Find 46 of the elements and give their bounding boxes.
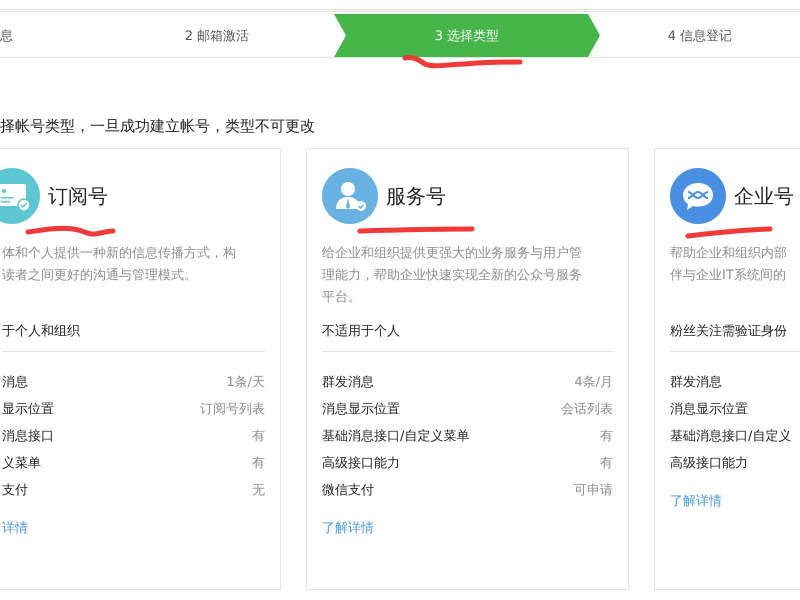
usage-note: 不适用于个人	[322, 323, 613, 352]
feature-label: 群发消息	[670, 374, 722, 392]
feature-value: 有	[600, 428, 613, 446]
feature-label: 群发消息	[322, 374, 374, 392]
step-tab[interactable]: 4 信息登记	[600, 14, 800, 57]
feature-label: 消息显示位置	[670, 401, 748, 419]
step-tab[interactable]: 2 邮箱激活	[100, 14, 334, 57]
feature-value: 无	[252, 482, 265, 500]
feature-value: 1条/天	[226, 374, 265, 392]
description-text: 伴与企业IT系统间的	[670, 267, 787, 285]
feature-value: 有	[252, 455, 265, 473]
feature-label: 微信支付	[322, 482, 374, 500]
feature-value: 会话列表	[561, 401, 613, 419]
description-text: 体和个人提供一种新的信息传播方式，构	[2, 245, 237, 263]
usage-note: 于个人和组织	[2, 323, 265, 352]
instruction-text: 择帐号类型，一旦成功建立帐号，类型不可更改	[0, 116, 316, 136]
card-title: 服务号	[386, 182, 446, 210]
card-title: 企业号	[734, 182, 794, 210]
description-text: 帮助企业和组织内部	[670, 245, 788, 263]
description-text: 读者之间更好的沟通与管理模式。	[2, 267, 198, 285]
feature-value: 有	[600, 455, 613, 473]
feature-value: 4条/月	[574, 374, 613, 392]
feature-label: 高级接口能力	[322, 455, 400, 473]
account-type-card[interactable]: 订阅号 体和个人提供一种新的信息传播方式，构 读者之间更好的沟通与管理模式。 于个人和组织 消息 1条/天 显示位置 订阅号列表 消息接口 有 义菜单 有 支付 无 详情	[0, 148, 281, 590]
feature-label: 显示位置	[2, 401, 54, 419]
feature-label: 支付	[2, 482, 28, 500]
usage-note: 粉丝关注需验证身份	[670, 323, 800, 352]
feature-label: 义菜单	[2, 455, 41, 473]
description-text: 给企业和组织提供更强大的业务服务与用户管	[322, 245, 583, 263]
feature-label: 消息接口	[2, 428, 54, 446]
card-title: 订阅号	[48, 182, 108, 210]
feature-label: 消息	[2, 374, 28, 392]
step-tab[interactable]: 息	[0, 14, 100, 57]
feature-label: 消息显示位置	[322, 401, 400, 419]
feature-label: 基础消息接口/自定义	[670, 428, 792, 446]
description-text: 平台。	[322, 289, 362, 307]
person-check-icon	[322, 168, 378, 224]
account-type-card[interactable]: 服务号 给企业和组织提供更强大的业务服务与用户管 理能力，帮助企业快速实现全新的公众号服务 平台。 不适用于个人 群发消息 4条/月 消息显示位置 会话列表 基础消息接口/自定义菜单 有 高级接口能力 有 微信支付 可申请 了解详情	[306, 148, 629, 590]
account-type-card[interactable]: 企业号 帮助企业和组织内部 伴与企业IT系统间的 粉丝关注需验证身份 群发消息 消息显示位置 基础消息接口/自定义 高级接口能力 了解详情	[654, 148, 800, 590]
feature-value: 订阅号列表	[200, 401, 265, 419]
feature-value: 可申请	[574, 482, 613, 500]
description-text: 理能力，帮助企业快速实现全新的公众号服务	[322, 267, 583, 285]
feature-label: 高级接口能力	[670, 455, 748, 473]
feature-label: 基础消息接口/自定义菜单	[322, 428, 470, 446]
feature-value: 有	[252, 428, 265, 446]
chat-bubble-icon	[670, 168, 726, 224]
